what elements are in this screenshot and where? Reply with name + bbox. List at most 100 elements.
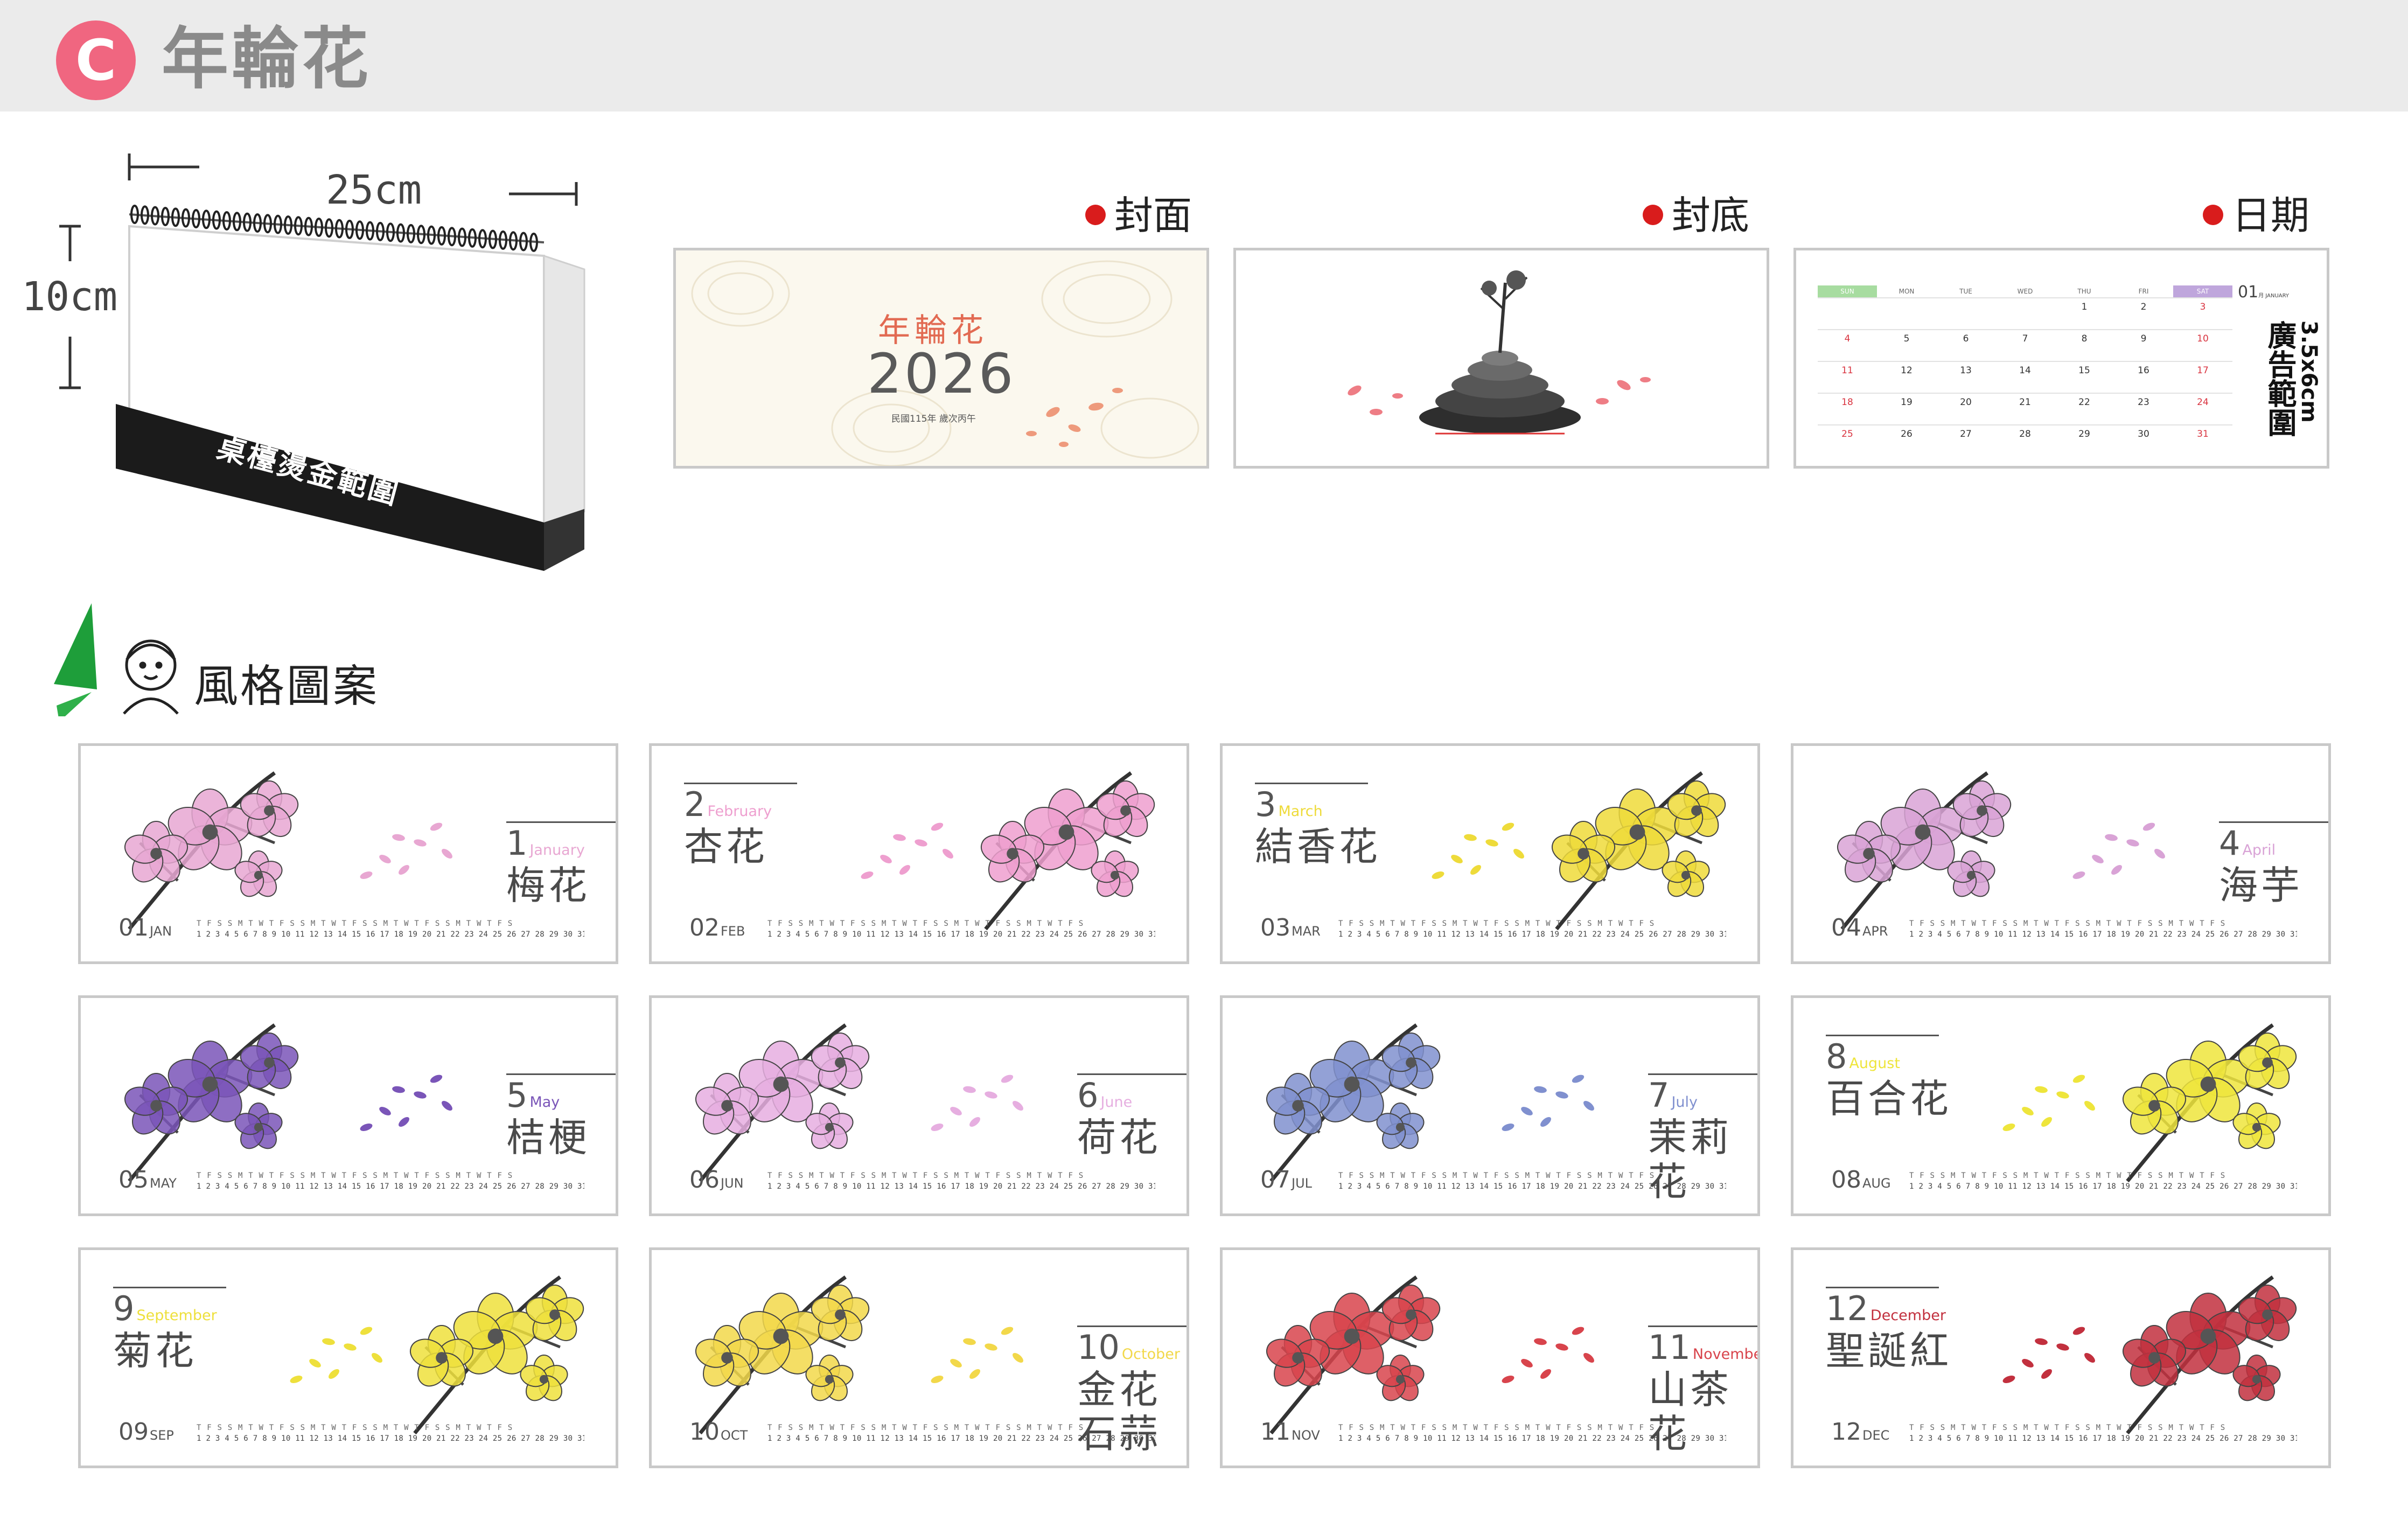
falling-petals: [1502, 1074, 1594, 1131]
month-card: 6 June 荷花 06JUN T F S S M T W T F S S M T W …: [649, 995, 1189, 1216]
month-footer: 01JAN: [118, 915, 172, 944]
date-grid: SUN MON TUE WED THU FRI SAT 1 2 3 4 5 6 7 8 9 10 11 12 13 1…: [1818, 285, 2232, 452]
month-number-text: 3: [1255, 785, 1276, 824]
flower-name: 聖誕紅: [1826, 1328, 1952, 1373]
footer-number: 01: [118, 914, 149, 941]
month-english: July: [1671, 1094, 1698, 1111]
footer-number: 06: [689, 1166, 720, 1194]
day-strip: T F S S M T W T F S S M T W T F S S M T …: [1338, 1424, 1726, 1445]
day-header-row: SUN MON TUE WED THU FRI SAT: [1818, 285, 2232, 297]
month-indicator: 01月 JANUARY: [2238, 283, 2289, 302]
title-rule: [506, 821, 616, 823]
flower-name: 桔梗: [506, 1115, 591, 1160]
date-page-preview: SUN MON TUE WED THU FRI SAT 1 2 3 4 5 6 7 8 9 10 11 12 13 1…: [1793, 248, 2329, 469]
weekday-row: T F S S M T W T F S S M T W T F S S M T …: [1909, 1171, 2226, 1180]
day-header-cell: SUN: [1818, 285, 1877, 297]
month-english: October: [1121, 1346, 1180, 1363]
title-rule: [1077, 1325, 1186, 1327]
month-number-text: 12: [1826, 1289, 1868, 1328]
date-cell: 12: [1901, 365, 1913, 376]
date-cell: 31: [2197, 429, 2209, 439]
date-cell: 5: [1903, 333, 1910, 344]
page-title: 年輪花: [162, 20, 372, 98]
weekday-row: T F S S M T W T F S S M T W T F S S M T …: [1338, 1171, 1655, 1180]
day-header-cell: MON: [1899, 288, 1915, 295]
cover-label-text: 封面: [1114, 193, 1192, 238]
month-footer: 11NOV: [1260, 1419, 1320, 1448]
footer-number: 02: [689, 914, 720, 941]
flower-illustration: [2122, 1275, 2297, 1435]
flower-name: 荷花: [1077, 1115, 1162, 1160]
date-cell: 30: [2138, 429, 2149, 439]
date-cell: 26: [1901, 429, 1913, 439]
weekday-row: T F S S M T W T F S S M T W T F S S M T …: [197, 1424, 513, 1432]
date-cell: 3: [2200, 302, 2206, 312]
footer-number: 04: [1831, 914, 1861, 941]
weekday-row: T F S S M T W T F S S M T W T F S S M T …: [1338, 919, 1655, 928]
date-cell: 4: [1844, 333, 1851, 344]
weekday-row: T F S S M T W T F S S M T W T F S S M T …: [767, 919, 1084, 928]
day-strip: T F S S M T W T F S S M T W T F S S M T …: [1338, 919, 1726, 941]
month-english: May: [529, 1094, 560, 1111]
green-triangle-icon: [54, 603, 97, 716]
date-cell: 15: [2078, 365, 2090, 376]
cover-label: 封面: [1085, 191, 1192, 240]
day-header-cell: WED: [2017, 288, 2033, 295]
date-cell: 1: [2081, 302, 2088, 312]
date-cell: [1877, 298, 1936, 329]
title-rule: [1648, 1325, 1757, 1327]
weekday-row: T F S S M T W T F S S M T W T F S S M T …: [1909, 919, 2226, 928]
flower-name: 杏花: [684, 824, 769, 869]
month-english: January: [529, 842, 585, 859]
falling-petals: [360, 822, 452, 879]
footer-abbr: SEP: [150, 1428, 174, 1443]
date-cell: 25: [1841, 429, 1853, 439]
footer-abbr: MAR: [1292, 924, 1321, 939]
date-cell: 19: [1901, 397, 1913, 408]
ad-size-text: 3.5x6cm: [2297, 320, 2321, 423]
date-row: 1 2 3 4 5 6 7 8 9 10 11 12 13 14 15 16 1…: [1338, 1182, 1726, 1191]
date-cell: 7: [2022, 333, 2028, 344]
month-number: 11November: [1648, 1330, 1757, 1372]
date-row: 1 2 3 4 5 6 7 8 9 10 11 12 13 14 15 16 1…: [197, 1434, 584, 1443]
month-number: 6 June: [1077, 1078, 1132, 1120]
month-footer: 03MAR: [1260, 915, 1321, 944]
footer-number: 11: [1260, 1418, 1290, 1446]
date-cell: 20: [1960, 397, 1972, 408]
week-row: 18 19 20 21 22 23 24: [1818, 393, 2232, 424]
day-strip: T F S S M T W T F S S M T W T F S S M T …: [197, 1424, 584, 1445]
month-number-text: 10: [1077, 1328, 1120, 1367]
title-rule: [1077, 1073, 1186, 1075]
falling-petals: [2072, 822, 2165, 879]
date-cell: 24: [2197, 397, 2209, 408]
date-cell: 29: [2078, 429, 2090, 439]
date-cell: 16: [2138, 365, 2149, 376]
month-number: 01: [2238, 283, 2259, 302]
month-english: September: [136, 1307, 217, 1324]
height-label: 10cm: [22, 274, 118, 320]
falling-petals: [861, 822, 953, 879]
falling-petals: [1502, 1327, 1594, 1383]
flower-name: 結香花: [1255, 824, 1381, 869]
month-number-text: 1: [506, 824, 528, 863]
month-english: June: [1100, 1094, 1133, 1111]
date-cell: 13: [1960, 365, 1972, 376]
falling-petals: [360, 1074, 452, 1131]
back-label: 封底: [1643, 191, 1749, 240]
month-english: April: [2242, 842, 2276, 859]
footer-abbr: NOV: [1292, 1428, 1320, 1443]
weekday-row: T F S S M T W T F S S M T W T F S S M T …: [197, 919, 513, 928]
footer-abbr: DEC: [1862, 1428, 1890, 1443]
month-card: 11November山茶花11NOVT F S S M T W T F S S …: [1220, 1247, 1760, 1468]
date-row: 1 2 3 4 5 6 7 8 9 10 11 12 13 14 15 16 1…: [767, 1434, 1155, 1443]
date-row: 1 2 3 4 5 6 7 8 9 10 11 12 13 14 15 16 1…: [197, 930, 584, 939]
date-cell: 2: [2140, 302, 2147, 312]
footer-number: 12: [1831, 1418, 1861, 1446]
month-card: 2 February 杏花 02FEB T F S S M T W T F S S M …: [649, 743, 1189, 964]
ad-area-text: 廣告範圍: [2263, 320, 2297, 437]
month-footer: 10OCT: [689, 1419, 748, 1448]
day-strip: T F S S M T W T F S S M T W T F S S M T …: [767, 1171, 1155, 1193]
month-card: 1 January 梅花 01JAN T F S S M T W T F S S M T…: [78, 743, 618, 964]
month-card: 7 July 茉莉花 07JUL T F S S M T W T F S S M T W…: [1220, 995, 1760, 1216]
weekday-row: T F S S M T W T F S S M T W T F S S M T …: [767, 1171, 1084, 1180]
